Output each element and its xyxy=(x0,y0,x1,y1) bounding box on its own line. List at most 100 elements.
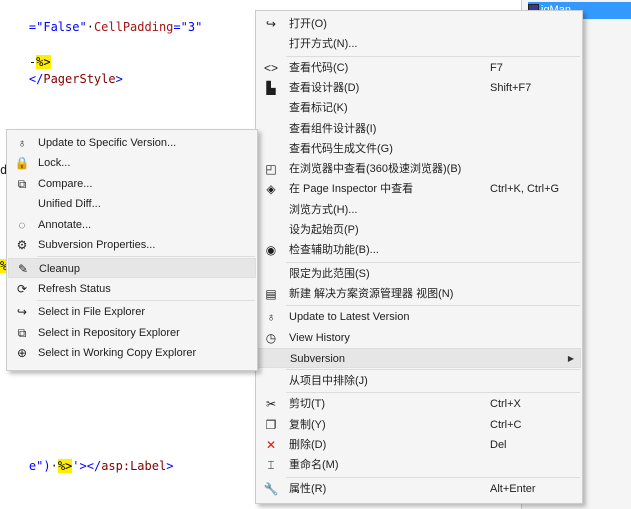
menu-item[interactable]: ✕ 删除(D) Del xyxy=(257,435,581,455)
menu-item[interactable]: 🔧 属性(R) Alt+Enter xyxy=(257,479,581,499)
menu-item[interactable]: ◈ 在 Page Inspector 中查看 Ctrl+K, Ctrl+G xyxy=(257,179,581,199)
submenu-item[interactable]: ⟳ Refresh Status xyxy=(8,279,256,299)
menu-item[interactable]: ◉ 检查辅助功能(B)... xyxy=(257,240,581,260)
submenu-item-label: Cleanup xyxy=(39,263,80,276)
menu-item[interactable]: ⌶ 重命名(M) xyxy=(257,455,581,475)
code-token: > xyxy=(166,459,174,473)
menu-separator xyxy=(286,392,580,394)
submenu-item-label: Update to Specific Version... xyxy=(38,137,177,149)
view-code-icon: <> xyxy=(263,60,278,75)
code-token: > xyxy=(115,72,123,86)
menu-item-label: 打开方式(N)... xyxy=(289,38,358,51)
submenu-item[interactable]: ◌ Annotate... xyxy=(8,215,256,235)
rename-icon: ⌶ xyxy=(267,458,275,473)
menu-item[interactable]: 查看标记(K) xyxy=(257,98,581,118)
server-tag: %> xyxy=(57,459,73,473)
submenu-item-label: Compare... xyxy=(38,177,93,190)
page-inspector-icon: ◈ xyxy=(266,182,276,197)
delete-icon: ✕ xyxy=(265,438,277,452)
submenu-item[interactable]: ♁ Update to Specific Version... xyxy=(8,133,256,153)
menu-item-label: 删除(D) xyxy=(289,439,327,451)
annotate-icon: ◌ xyxy=(18,217,26,232)
repository-explorer-icon: ⧉ xyxy=(17,325,27,340)
menu-item[interactable]: 浏览方式(H)... xyxy=(257,200,581,220)
menu-item-label: 查看组件设计器(I) xyxy=(289,122,377,135)
submenu-item[interactable]: ↪ Select in File Explorer xyxy=(8,302,256,322)
update-specific-icon: ♁ xyxy=(17,136,27,150)
menu-item[interactable]: ♁ Update to Latest Version xyxy=(257,307,581,327)
menu-item[interactable]: 从项目中排除(J) xyxy=(257,371,581,391)
submenu-item-label: Select in Working Copy Explorer xyxy=(38,347,197,359)
submenu-item[interactable]: ⧉ Select in Repository Explorer xyxy=(8,323,256,343)
menu-item[interactable]: ◰ 在浏览器中查看(360极速浏览器)(B) xyxy=(257,159,581,179)
code-line-4: e")·%>'></asp:Label> xyxy=(28,459,174,473)
menu-item-shortcut: Ctrl+C xyxy=(490,418,522,431)
menu-item[interactable]: ▤ 新建 解决方案资源管理器 视图(N) xyxy=(257,284,581,304)
menu-item-label: 从项目中排除(J) xyxy=(289,375,368,388)
menu-item-label: 新建 解决方案资源管理器 视图(N) xyxy=(289,287,454,300)
menu-item-label: 在浏览器中查看(360极速浏览器)(B) xyxy=(289,163,462,176)
code-token: </ xyxy=(28,72,44,86)
code-token: e") xyxy=(28,459,51,473)
submenu-item[interactable]: ⊕ Select in Working Copy Explorer xyxy=(8,343,256,363)
submenu-item[interactable]: 🔒 Lock... xyxy=(8,153,256,173)
menu-item-label: 属性(R) xyxy=(289,482,327,495)
menu-item[interactable]: 设为起始页(P) xyxy=(257,220,581,240)
menu-item-shortcut: Del xyxy=(490,439,507,451)
menu-item[interactable]: ▙ 查看设计器(D) Shift+F7 xyxy=(257,78,581,98)
menu-separator xyxy=(37,300,255,302)
menu-separator xyxy=(286,369,580,371)
submenu-item[interactable]: ⚙ Subversion Properties... xyxy=(8,235,256,255)
menu-item-label: 查看标记(K) xyxy=(289,102,348,115)
lock-icon: 🔒 xyxy=(14,156,30,171)
working-copy-icon: ⊕ xyxy=(16,346,28,360)
menu-item-label: 在 Page Inspector 中查看 xyxy=(289,183,414,196)
new-view-icon: ▤ xyxy=(265,286,277,301)
menu-item[interactable]: ❐ 复制(Y) Ctrl+C xyxy=(257,415,581,435)
menu-item-shortcut: Alt+Enter xyxy=(490,482,536,495)
menu-item-label: 查看代码(C) xyxy=(289,61,349,74)
code-token: ="False" xyxy=(28,20,87,34)
subversion-submenu: ♁ Update to Specific Version... 🔒 Lock... ⧉ C… xyxy=(6,129,258,371)
menu-item-label: 设为起始页(P) xyxy=(289,224,359,236)
menu-item[interactable]: <> 查看代码(C) F7 xyxy=(257,58,581,78)
menu-item-label: 重命名(M) xyxy=(289,459,339,472)
menu-separator xyxy=(286,55,580,57)
menu-separator xyxy=(286,305,580,307)
menu-item[interactable]: 查看代码生成文件(G) xyxy=(257,139,581,159)
code-line-3: </PagerStyle> xyxy=(0,55,123,103)
submenu-arrow-icon: ▶ xyxy=(567,353,574,363)
menu-item[interactable]: 查看组件设计器(I) xyxy=(257,119,581,139)
menu-item-shortcut: Ctrl+X xyxy=(490,398,521,411)
menu-item[interactable]: ◷ View History xyxy=(257,328,581,348)
submenu-item-label: Subversion Properties... xyxy=(38,239,156,251)
cut-icon: ✂ xyxy=(265,397,277,412)
submenu-item-label: Unified Diff... xyxy=(38,198,101,211)
menu-item-label: 浏览方式(H)... xyxy=(289,203,358,216)
history-icon: ◷ xyxy=(265,330,277,345)
submenu-item[interactable]: Unified Diff... xyxy=(8,194,256,214)
code-token: asp:Label xyxy=(101,459,167,473)
update-icon: ♁ xyxy=(266,310,276,325)
menu-item[interactable]: ↪ 打开(O) xyxy=(257,14,581,34)
menu-item-shortcut: Shift+F7 xyxy=(490,81,532,94)
submenu-item[interactable]: ✎ Cleanup xyxy=(8,258,256,279)
menu-item-label: 限定为此范围(S) xyxy=(289,267,370,280)
menu-item-label: 复制(Y) xyxy=(289,418,326,431)
menu-separator xyxy=(37,256,255,258)
svn-properties-icon: ⚙ xyxy=(16,238,28,252)
browser-icon: ◰ xyxy=(265,162,277,177)
accessibility-check-icon: ◉ xyxy=(265,243,277,258)
submenu-item-label: Select in File Explorer xyxy=(38,306,145,319)
view-designer-icon: ▙ xyxy=(266,80,276,95)
menu-item[interactable]: Subversion ▶ xyxy=(257,347,581,368)
menu-item-label: View History xyxy=(289,331,350,344)
menu-item[interactable]: 限定为此范围(S) xyxy=(257,264,581,284)
refresh-icon: ⟳ xyxy=(16,281,28,296)
menu-item-label: 检查辅助功能(B)... xyxy=(289,244,379,257)
menu-item[interactable]: 打开方式(N)... xyxy=(257,34,581,54)
submenu-item[interactable]: ⧉ Compare... xyxy=(8,174,256,194)
submenu-item-label: Lock... xyxy=(38,157,71,170)
menu-item[interactable]: ✂ 剪切(T) Ctrl+X xyxy=(257,394,581,414)
menu-item-label: 剪切(T) xyxy=(289,398,326,411)
